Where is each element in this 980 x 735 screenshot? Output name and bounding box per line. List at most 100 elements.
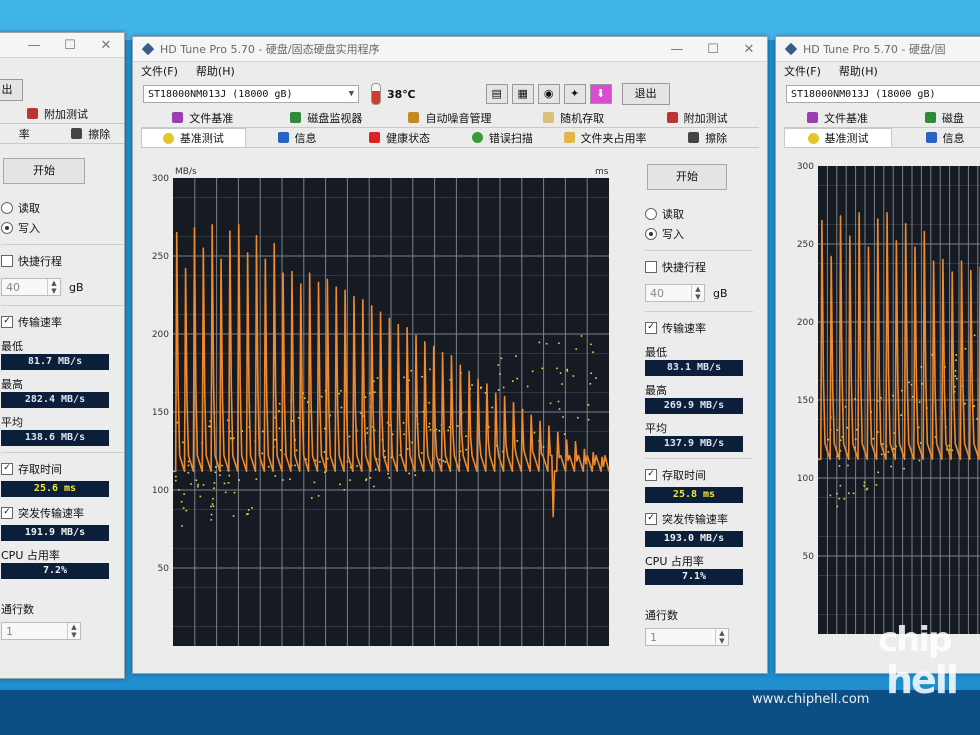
tab-extra-tests[interactable]: 附加测试 [0,104,124,123]
close-button[interactable]: ✕ [88,38,124,53]
tab-extra-tests[interactable]: 附加测试 [635,108,759,127]
tab-erase[interactable]: 擦除 [656,128,759,147]
short-stroke-checkbox[interactable]: 快捷行程 [645,257,753,277]
tab-file-benchmark[interactable]: 文件基准 [784,108,891,127]
tab-aam[interactable]: 自动噪音管理 [388,108,512,127]
thermometer-icon [371,83,381,105]
right-drive-select[interactable]: ST18000NM013J (18000 gB) [786,85,980,103]
copy-image-icon[interactable]: ▦ [511,84,534,104]
access-time-point [580,335,583,337]
access-time-point [545,342,548,345]
lightbulb-icon [162,132,174,144]
save-icon[interactable]: ⬇ [589,84,612,104]
close-button[interactable]: ✕ [731,42,767,57]
min-value: 81.7 MB/s [1,354,109,370]
menu-file[interactable]: 文件(F) [784,63,821,79]
drive-select[interactable]: ST18000NM013J (18000 gB) ▼ [143,85,359,103]
access-time-point [414,474,417,477]
titlebar: HD Tune Pro 5.70 - 硬盘/固态硬盘实用程序 — ☐ ✕ [133,37,767,62]
camera-icon[interactable]: ◉ [537,84,560,104]
access-time-point [373,391,376,393]
access-time-checkbox[interactable]: ✓ 存取时间 [645,465,753,485]
maximize-button[interactable]: ☐ [695,42,731,57]
access-time-point [563,433,566,435]
access-time-point [973,334,976,337]
tab-disk-monitor[interactable]: 磁盘 [891,108,980,127]
avg-label: 平均 [1,416,23,429]
benchmark-chart: MB/sms30025020015010050605040302010 [143,160,613,660]
short-stroke-checkbox[interactable]: 快捷行程 [1,251,124,271]
menu-help[interactable]: 帮助(H) [839,63,878,79]
access-time-point [175,479,177,482]
passes-label: 通行数 [1,603,34,616]
access-time-point [311,497,313,499]
access-time-point [402,422,405,424]
access-time-point [875,484,878,486]
minimize-button[interactable]: — [659,42,695,57]
access-time-point [955,359,957,362]
access-time-point [340,389,342,392]
tab-random-access[interactable]: 随机存取 [512,108,636,127]
tab-folder-usage[interactable]: 文件夹占用率 [554,128,657,147]
write-radio[interactable]: 写入 [645,224,753,244]
passes-stepper[interactable]: 1 ▲ ▼ [1,619,124,643]
right-window: HD Tune Pro 5.70 - 硬盘/固 文件(F) 帮助(H) ST18… [775,36,980,674]
access-time-point [208,425,210,428]
right-tab-bar: 文件基准 磁盘 基准测试 信息 [776,108,980,148]
access-time-point [324,471,326,473]
options-icon[interactable]: ✦ [563,84,586,104]
exit-button[interactable]: 出 [0,79,23,101]
maximize-button[interactable]: ☐ [52,38,88,53]
access-time-point [213,482,216,484]
burst-rate-checkbox[interactable]: ✓ 突发传输速率 [645,509,753,529]
passes-stepper[interactable]: 1 ▲ ▼ [645,625,753,649]
access-time-point [197,483,199,486]
access-time-point [429,368,431,371]
tab-erase[interactable]: 擦除 [58,124,125,143]
access-time-point [180,500,183,503]
tab-benchmark[interactable]: 基准测试 [784,128,892,147]
access-time-point [190,483,192,485]
minimize-button[interactable]: — [16,38,52,53]
y-left-tick-label: 250 [152,252,169,262]
access-time-point [187,460,190,463]
access-time-point [956,377,958,380]
tab-file-benchmark[interactable]: 文件基准 [141,108,265,127]
access-time-point [219,474,221,477]
access-time-point [955,354,958,356]
copy-text-icon[interactable]: ▤ [485,84,508,104]
read-radio[interactable]: 读取 [645,204,753,224]
menu-help[interactable]: 帮助(H) [196,63,235,79]
read-radio[interactable]: 读取 [1,198,124,218]
tab-error-scan[interactable]: 错误扫描 [451,128,554,147]
tab-disk-monitor[interactable]: 磁盘监视器 [265,108,389,127]
tab-folder-usage[interactable]: 率 [0,124,58,143]
access-time-point [479,387,482,389]
tab-info[interactable]: 信息 [892,128,980,147]
burst-rate-checkbox[interactable]: ✓ 突发传输速率 [1,503,124,523]
left-titlebar: — ☐ ✕ [0,33,124,58]
access-time-point [549,402,552,405]
chiphell-logo: chip hell [878,620,959,702]
y-left-tick-label: 250 [797,240,814,250]
exit-button[interactable]: 退出 [621,83,670,105]
tab-benchmark[interactable]: 基准测试 [141,128,246,147]
access-time-point [456,425,459,427]
access-time-point [274,475,277,477]
start-button[interactable]: 开始 [647,164,727,190]
short-stroke-stepper[interactable]: 40 ▲ ▼ gB [645,281,753,305]
transfer-rate-checkbox[interactable]: ✓ 传输速率 [1,312,124,332]
tab-health[interactable]: 健康状态 [348,128,451,147]
access-time-checkbox[interactable]: ✓ 存取时间 [1,459,124,479]
transfer-rate-checkbox[interactable]: ✓ 传输速率 [645,318,753,338]
avg-label: 平均 [645,422,667,435]
short-stroke-stepper[interactable]: 40 ▲ ▼ gB [1,275,124,299]
start-button[interactable]: 开始 [3,158,85,184]
access-time-point [176,421,179,424]
access-time-point [224,491,227,494]
window-title: HD Tune Pro 5.70 - 硬盘/固态硬盘实用程序 [160,43,380,56]
benchmark-panel: MB/sms30025020015010050605040302010 开始 读… [133,148,767,668]
tab-info[interactable]: 信息 [246,128,349,147]
menu-file[interactable]: 文件(F) [141,63,178,79]
write-radio[interactable]: 写入 [1,218,124,238]
